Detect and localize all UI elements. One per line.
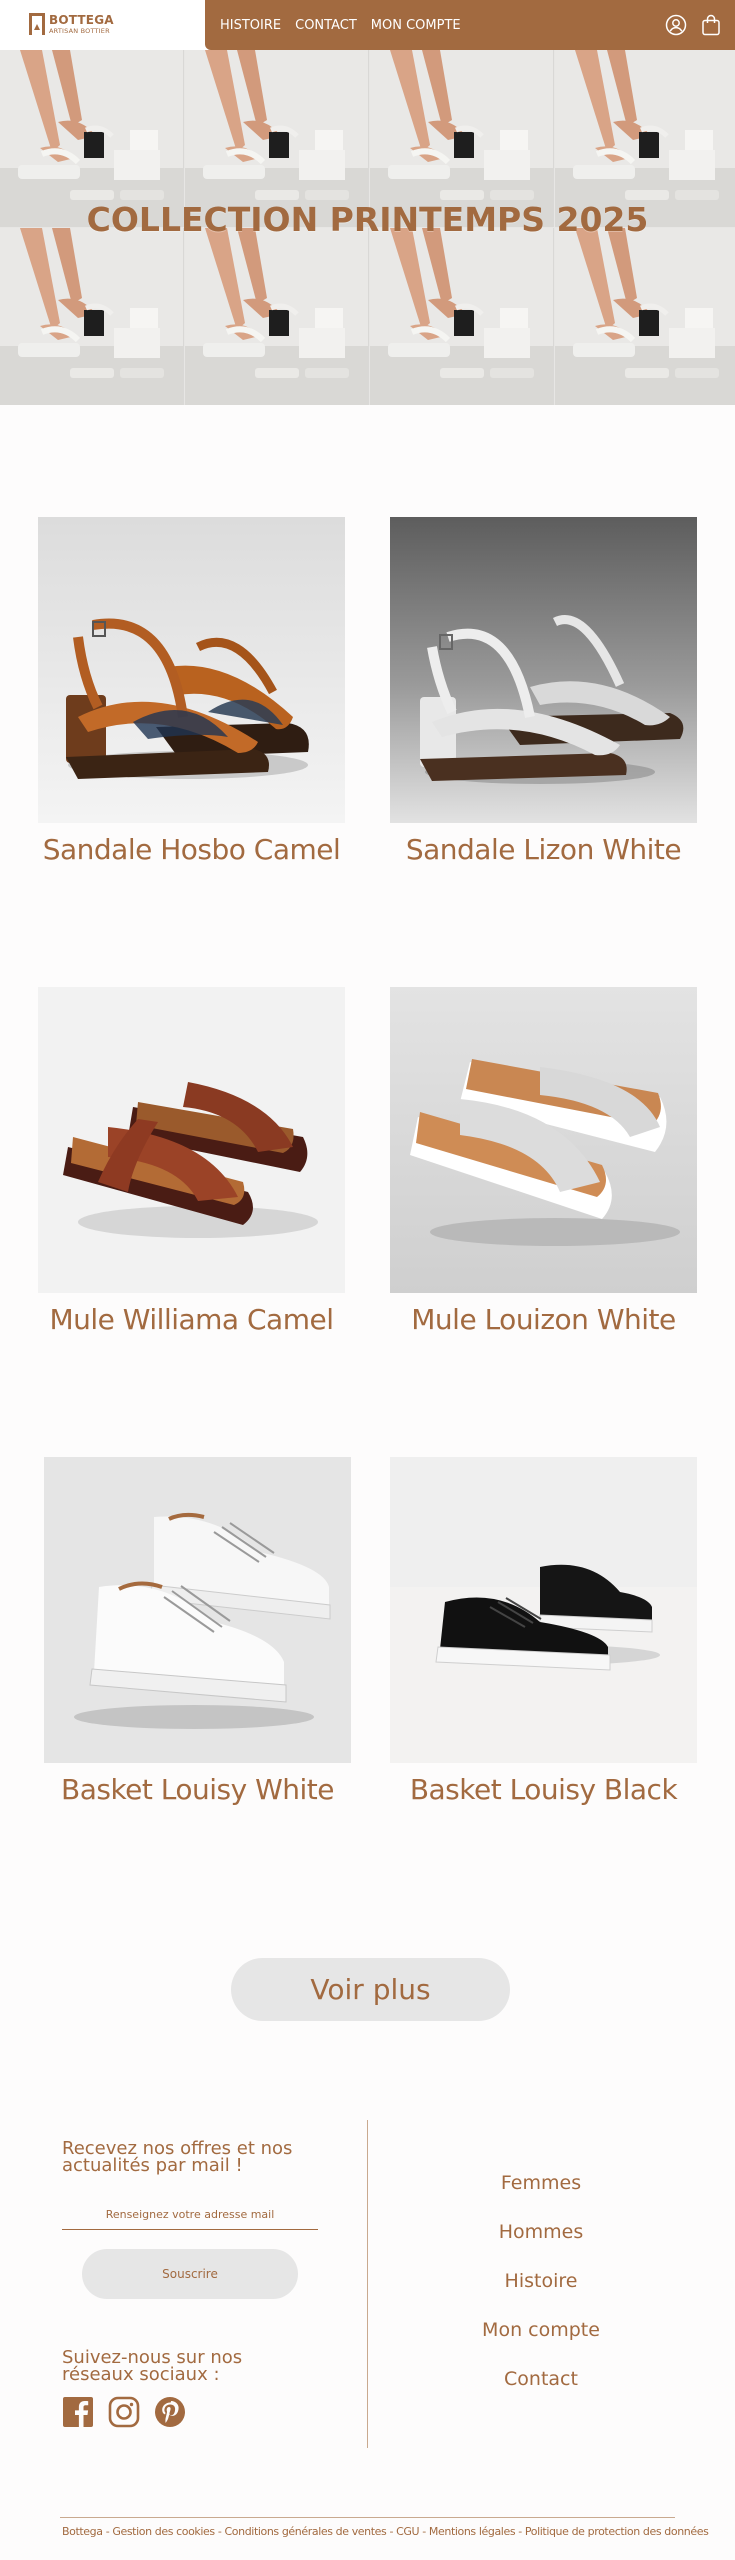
nav-link-contact[interactable]: CONTACT — [295, 18, 357, 33]
brand-tagline: ARTISAN BOTTIER — [49, 26, 110, 35]
product-card[interactable]: Sandale Lizon White — [390, 517, 697, 866]
footer-link-histoire[interactable]: Histoire — [441, 2270, 641, 2292]
product-card[interactable]: Mule Louizon White — [390, 987, 697, 1336]
account-icon[interactable] — [665, 14, 687, 36]
social-links — [62, 2396, 186, 2432]
nav-link-mon-compte[interactable]: MON COMPTE — [371, 18, 461, 33]
main-navbar: HISTOIRE CONTACT MON COMPTE — [205, 0, 735, 50]
product-image[interactable] — [38, 987, 345, 1293]
newsletter-title: Recevez nos offres et nos actualités par… — [62, 2138, 293, 2176]
product-name[interactable]: Mule Williama Camel — [38, 1303, 345, 1336]
product-card[interactable]: Mule Williama Camel — [38, 987, 345, 1336]
load-more-button[interactable]: Voir plus — [231, 1958, 510, 2021]
footer-link-hommes[interactable]: Hommes — [441, 2221, 641, 2243]
product-image[interactable] — [38, 517, 345, 823]
shopping-bag-icon[interactable] — [701, 14, 721, 36]
pinterest-icon[interactable] — [154, 2396, 186, 2432]
product-image[interactable] — [44, 1457, 351, 1763]
product-card[interactable]: Basket Louisy White — [44, 1457, 351, 1806]
hero-image-tile — [185, 228, 369, 405]
site-header: BOTTEGA ARTISAN BOTTIER HISTOIRE CONTACT… — [0, 0, 735, 50]
product-image[interactable] — [390, 1457, 697, 1763]
footer-nav: Femmes Hommes Histoire Mon compte Contac… — [441, 2172, 641, 2390]
facebook-icon[interactable] — [62, 2396, 94, 2432]
product-name[interactable]: Basket Louisy Black — [390, 1773, 697, 1806]
nav-link-histoire[interactable]: HISTOIRE — [220, 18, 281, 33]
product-name[interactable]: Mule Louizon White — [390, 1303, 697, 1336]
hero-image-tile — [555, 228, 735, 405]
product-name[interactable]: Basket Louisy White — [44, 1773, 351, 1806]
email-field[interactable] — [62, 2200, 318, 2230]
product-image[interactable] — [390, 987, 697, 1293]
product-image[interactable] — [390, 517, 697, 823]
legal-links[interactable]: Bottega - Gestion des cookies - Conditio… — [62, 2525, 709, 2538]
product-name[interactable]: Sandale Lizon White — [390, 833, 697, 866]
hero-banner: COLLECTION PRINTEMPS 2025 — [0, 50, 735, 405]
brand-name: BOTTEGA — [49, 12, 114, 27]
footer-divider — [367, 2120, 368, 2448]
hero-image-tile — [0, 228, 184, 405]
social-title: Suivez-nous sur nos réseaux sociaux : — [62, 2347, 243, 2385]
hero-image-tile — [370, 228, 554, 405]
hero-title: COLLECTION PRINTEMPS 2025 — [86, 200, 649, 239]
product-name[interactable]: Sandale Hosbo Camel — [38, 833, 345, 866]
footer-link-contact[interactable]: Contact — [441, 2368, 641, 2390]
footer-link-mon-compte[interactable]: Mon compte — [441, 2319, 641, 2341]
logo-mark-icon — [29, 13, 45, 35]
instagram-icon[interactable] — [108, 2396, 140, 2432]
footer-link-femmes[interactable]: Femmes — [441, 2172, 641, 2194]
product-card[interactable]: Sandale Hosbo Camel — [38, 517, 345, 866]
brand-logo[interactable]: BOTTEGA ARTISAN BOTTIER — [29, 13, 114, 35]
legal-divider — [60, 2517, 675, 2518]
product-card[interactable]: Basket Louisy Black — [390, 1457, 697, 1806]
subscribe-button[interactable]: Souscrire — [82, 2249, 298, 2299]
